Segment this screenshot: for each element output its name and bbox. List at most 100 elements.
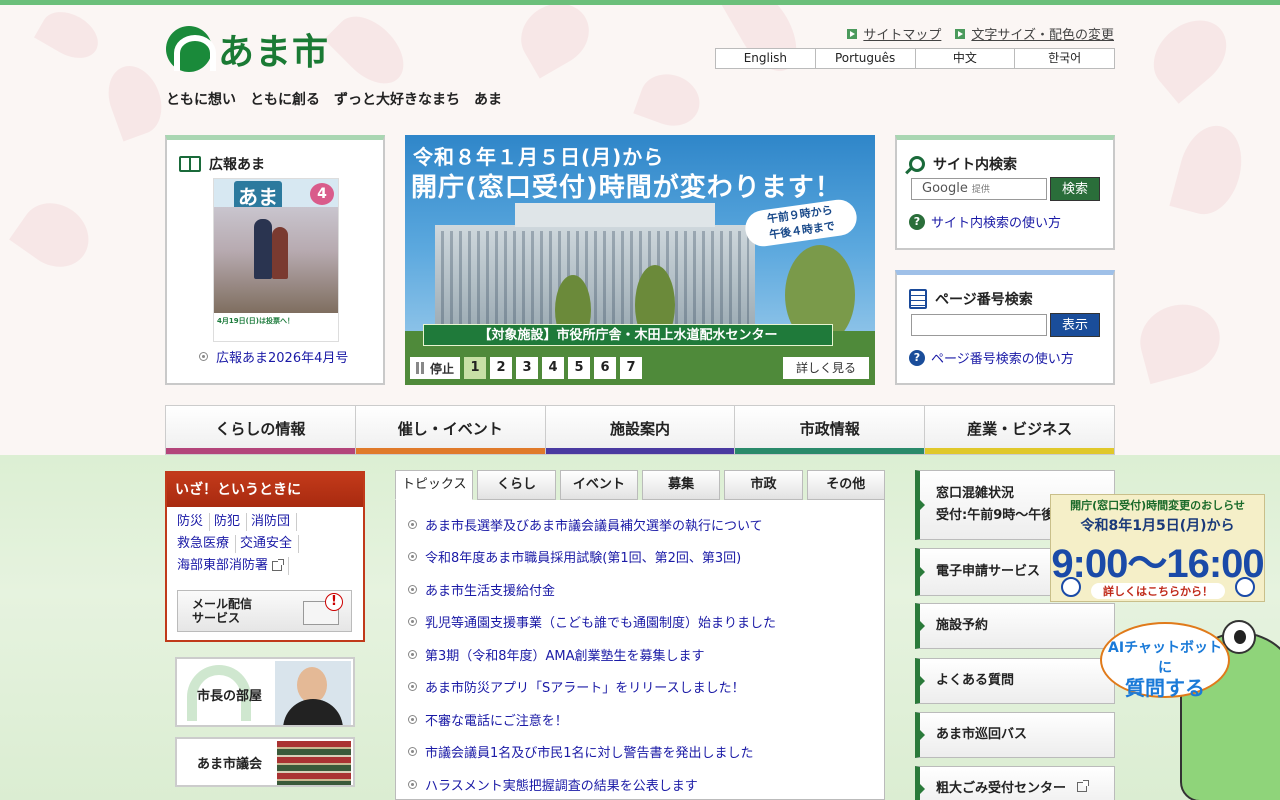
lang-chinese[interactable]: 中文	[916, 49, 1016, 68]
slide-1-button[interactable]: 1	[464, 357, 487, 379]
banner-target-facilities: 【対象施設】市役所庁舎・木田上水道配水センター	[423, 324, 833, 346]
site-search-help[interactable]: ? サイト内検索の使い方	[909, 212, 1061, 231]
notice-cta: 詳しくはこちらから！	[1091, 583, 1225, 599]
tab-topics[interactable]: トピックス	[395, 470, 474, 500]
topic-tabs: トピックス くらし イベント 募集 市政 その他	[395, 470, 885, 500]
bullet-icon	[408, 747, 417, 757]
bullet-icon	[408, 714, 417, 724]
hours-change-notice-banner[interactable]: 開庁(窓口受付)時間変更のおしらせ 令和8年1月5日(月)から 9:00～16:…	[1050, 494, 1265, 602]
slideshow-stop-button[interactable]: 停止	[410, 357, 461, 379]
cover-title: あま	[234, 181, 282, 210]
external-link-icon	[1076, 780, 1089, 792]
lang-portuguese[interactable]: Português	[816, 49, 916, 68]
site-search-panel: サイト内検索 Google 提供 検索 ? サイト内検索の使い方	[895, 135, 1115, 250]
slide-6-button[interactable]: 6	[594, 357, 617, 379]
tagline: ともに想い ともに創る ずっと大好きなまち あま	[166, 92, 502, 108]
site-search-button[interactable]: 検索	[1050, 177, 1100, 201]
slide-3-button[interactable]: 3	[516, 357, 539, 379]
list-item: ハラスメント実態把握調査の結果を公表します	[408, 768, 884, 800]
clock-icon	[1235, 577, 1255, 597]
page-number-input[interactable]	[911, 314, 1047, 336]
list-item: 乳児等通園支援事業（こども誰でも通園制度）始まりました	[408, 606, 884, 639]
nav-living[interactable]: くらしの情報	[165, 405, 355, 455]
slide-5-button[interactable]: 5	[568, 357, 591, 379]
emergency-heading: いざ！というときに	[167, 473, 363, 507]
list-item: あま市防災アプリ「Sアラート」をリリースしました！	[408, 671, 884, 704]
link-disaster-prevention[interactable]: 防災	[177, 513, 211, 531]
cover-issue-number: 4	[310, 183, 334, 205]
page-search-help[interactable]: ? ページ番号検索の使い方	[909, 348, 1074, 367]
slide-2-button[interactable]: 2	[490, 357, 513, 379]
tab-city-admin[interactable]: 市政	[724, 470, 803, 500]
language-switcher: English Português 中文 한국어	[715, 48, 1115, 69]
community-bus-button[interactable]: あま市巡回バス	[915, 712, 1115, 758]
slideshow-controls: 停止 1 2 3 4 5 6 7	[410, 357, 643, 379]
topics-list: あま市長選挙及びあま市議会議員補欠選挙の執行について 令和8年度あま市職員採用試…	[395, 500, 885, 800]
mail-service-button[interactable]: メール配信 サービス !	[177, 590, 352, 632]
utility-links: サイトマップ 文字サイズ・配色の変更	[847, 24, 1114, 43]
mayor-room-button[interactable]: 市長の部屋	[175, 657, 355, 727]
sitemap-link[interactable]: サイトマップ	[847, 24, 941, 43]
ai-chatbot-launcher[interactable]: AIチャットボットに 質問する	[1100, 612, 1280, 800]
nav-city-admin[interactable]: 市政情報	[734, 405, 925, 455]
slide-7-button[interactable]: 7	[620, 357, 643, 379]
text-size-color-link[interactable]: 文字サイズ・配色の変更	[955, 24, 1114, 43]
page-number-show-button[interactable]: 表示	[1050, 313, 1100, 337]
bullet-icon	[408, 519, 417, 529]
document-icon	[909, 289, 927, 309]
nav-facilities[interactable]: 施設案内	[544, 405, 735, 455]
tab-living[interactable]: くらし	[477, 470, 556, 500]
bullet-icon	[408, 682, 417, 692]
lang-korean[interactable]: 한국어	[1015, 49, 1114, 68]
koho-cover-image[interactable]: あま 4 4月19日(日)は投票へ！	[213, 178, 339, 342]
global-navigation: くらしの情報 催し・イベント 施設案内 市政情報 産業・ビジネス	[165, 405, 1115, 455]
books-image	[277, 741, 351, 785]
bullet-icon	[408, 552, 417, 562]
chatbot-bubble: AIチャットボットに 質問する	[1100, 622, 1230, 698]
tab-other[interactable]: その他	[806, 470, 885, 500]
city-council-button[interactable]: あま市議会	[175, 737, 355, 787]
faq-button[interactable]: よくある質問	[915, 658, 1115, 704]
bullet-icon	[199, 352, 208, 361]
pause-icon	[416, 362, 424, 374]
external-link-icon	[272, 559, 285, 571]
list-item: 第3期（令和8年度）AMA創業塾生を募集します	[408, 638, 884, 671]
list-item: 市議会議員1名及び市民1名に対し警告書を発出しました	[408, 736, 884, 769]
site-search-input[interactable]: Google 提供	[911, 178, 1047, 200]
bullet-icon	[408, 617, 417, 627]
emergency-panel: いざ！というときに 防災 防犯 消防団 救急医療 交通安全 海部東部消防署 メー…	[165, 471, 365, 642]
banner-line2: 開庁(窓口受付)時間が変わります！	[411, 173, 842, 203]
link-crime-prevention[interactable]: 防犯	[214, 513, 248, 531]
city-hall-image	[435, 203, 755, 335]
tab-events[interactable]: イベント	[559, 470, 638, 500]
site-search-heading: サイト内検索	[909, 154, 1017, 174]
banner-details-button[interactable]: 詳しく見る	[783, 357, 869, 379]
bulky-waste-button[interactable]: 粗大ごみ受付センター	[915, 766, 1115, 800]
book-icon	[179, 156, 201, 172]
nav-events[interactable]: 催し・イベント	[354, 405, 545, 455]
help-icon: ?	[909, 349, 925, 366]
link-traffic-safety[interactable]: 交通安全	[240, 535, 300, 553]
site-logo[interactable]: あま市	[166, 26, 329, 72]
list-item: 令和8年度あま市職員採用試験(第1回、第2回、第3回)	[408, 541, 884, 574]
slide-4-button[interactable]: 4	[542, 357, 565, 379]
arrow-icon	[847, 28, 858, 39]
lang-english[interactable]: English	[716, 49, 816, 68]
notice-hours: 9:00～16:00	[1051, 542, 1264, 586]
koho-issue-link[interactable]: 広報あま2026年4月号	[199, 347, 348, 366]
banner-line1: 令和８年１月５日(月)から	[413, 145, 665, 169]
link-fire-station[interactable]: 海部東部消防署	[177, 557, 290, 575]
bullet-icon	[408, 779, 417, 789]
list-item: あま市長選挙及びあま市議会議員補欠選挙の執行について	[408, 508, 884, 541]
nav-business[interactable]: 産業・ビジネス	[924, 405, 1115, 455]
tab-recruitment[interactable]: 募集	[641, 470, 721, 500]
alert-icon: !	[325, 593, 343, 611]
page-number-search-panel: ページ番号検索 表示 ? ページ番号検索の使い方	[895, 270, 1115, 385]
mayor-photo	[275, 661, 351, 725]
link-fire-brigade[interactable]: 消防団	[251, 513, 298, 531]
facility-reservation-button[interactable]: 施設予約	[915, 603, 1115, 649]
link-emergency-medical[interactable]: 救急医療	[177, 535, 237, 553]
main-banner[interactable]: 令和８年１月５日(月)から 開庁(窓口受付)時間が変わります！ 午前９時から 午…	[405, 135, 875, 385]
cover-notice: 4月19日(日)は投票へ！	[214, 313, 338, 341]
clock-icon	[1061, 577, 1081, 597]
